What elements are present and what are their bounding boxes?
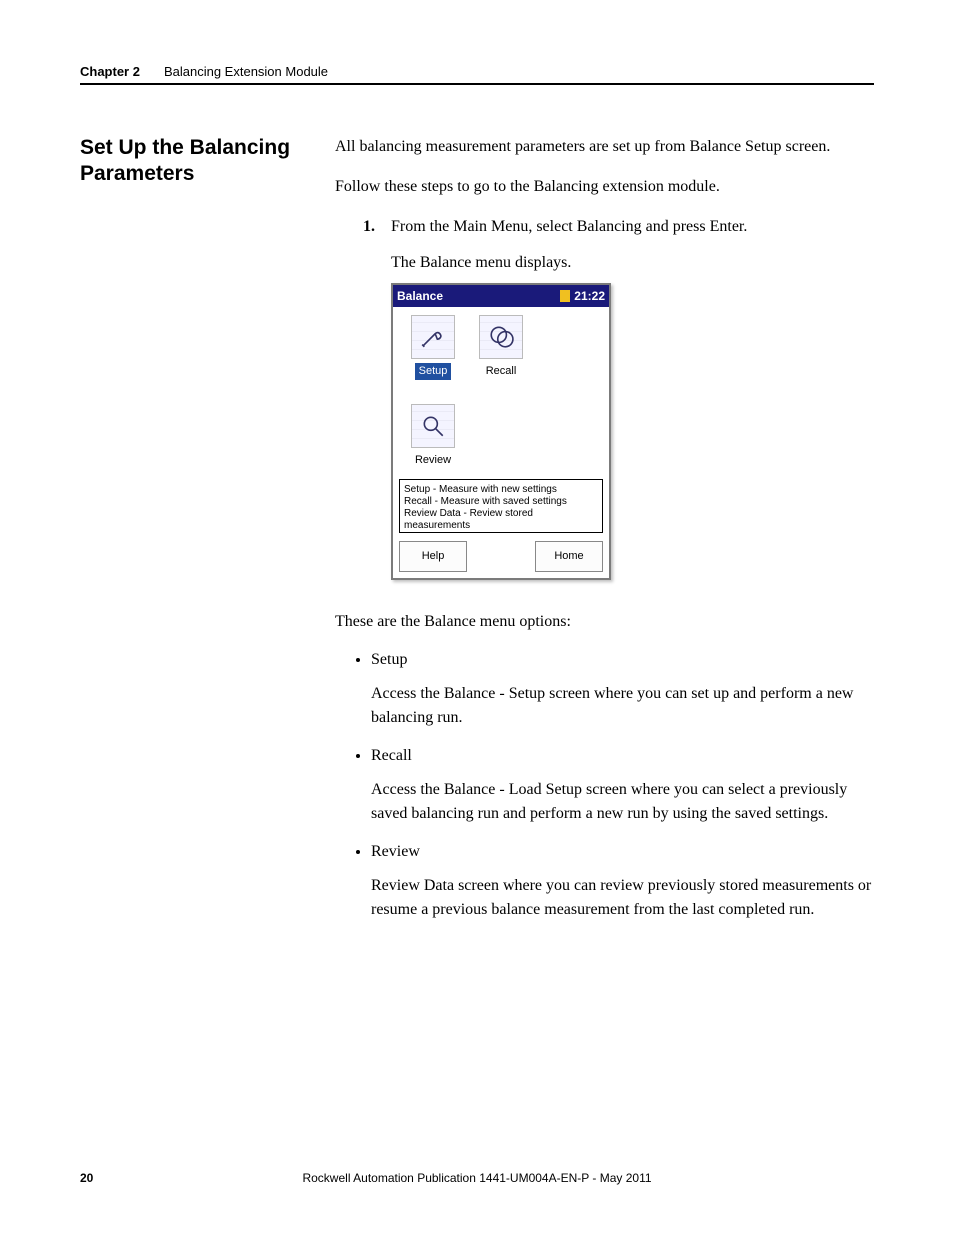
device-icon-label: Setup [415, 363, 452, 380]
device-title-text: Balance [397, 287, 443, 305]
option-name: Review [371, 840, 874, 864]
step-1: 1. From the Main Menu, select Balancing … [363, 215, 874, 239]
list-item: Setup Access the Balance - Setup screen … [371, 648, 874, 730]
running-header: Chapter 2 Balancing Extension Module [80, 64, 874, 79]
list-item: Recall Access the Balance - Load Setup s… [371, 744, 874, 826]
options-list: Setup Access the Balance - Setup screen … [371, 648, 874, 922]
step-number: 1. [363, 215, 391, 239]
page-footer: 20 Rockwell Automation Publication 1441-… [80, 1171, 874, 1185]
option-desc: Access the Balance - Load Setup screen w… [371, 778, 874, 826]
device-icon-setup[interactable]: Setup [399, 315, 467, 390]
options-intro: These are the Balance menu options: [335, 610, 874, 634]
option-desc: Review Data screen where you can review … [371, 874, 874, 922]
option-desc: Access the Balance - Setup screen where … [371, 682, 874, 730]
status-line: Setup - Measure with new settings [404, 484, 598, 496]
page-number: 20 [80, 1171, 140, 1185]
chapter-title: Balancing Extension Module [164, 64, 328, 79]
home-button[interactable]: Home [535, 541, 603, 572]
device-titlebar: Balance 21:22 [393, 285, 609, 307]
header-rule [80, 83, 874, 85]
device-clock: 21:22 [560, 287, 605, 305]
device-icon-label: Recall [486, 365, 517, 377]
body-copy: All balancing measurement parameters are… [335, 135, 874, 936]
status-line: Review Data - Review stored measurements [404, 508, 598, 532]
device-status-panel: Setup - Measure with new settings Recall… [399, 479, 603, 533]
device-icon-label: Review [415, 454, 451, 466]
section-heading: Set Up the Balancing Parameters [80, 135, 335, 188]
publication-line: Rockwell Automation Publication 1441-UM0… [140, 1171, 814, 1185]
list-item: Review Review Data screen where you can … [371, 840, 874, 922]
option-name: Setup [371, 648, 874, 672]
step-result: The Balance menu displays. [391, 251, 874, 275]
intro-para-1: All balancing measurement parameters are… [335, 135, 874, 159]
intro-para-2: Follow these steps to go to the Balancin… [335, 175, 874, 199]
help-button[interactable]: Help [399, 541, 467, 572]
device-icon-grid: Setup Recall Review [393, 307, 609, 479]
recall-icon [479, 315, 523, 359]
balance-menu-figure: Balance 21:22 Setup Recall [391, 283, 611, 580]
device-icon-review[interactable]: Review [399, 404, 467, 479]
device-button-bar: Help Home [393, 533, 609, 578]
option-name: Recall [371, 744, 874, 768]
chapter-label: Chapter 2 [80, 64, 140, 79]
setup-icon [411, 315, 455, 359]
device-icon-recall[interactable]: Recall [467, 315, 535, 390]
status-line: Recall - Measure with saved settings [404, 496, 598, 508]
review-icon [411, 404, 455, 448]
step-text: From the Main Menu, select Balancing and… [391, 215, 874, 239]
